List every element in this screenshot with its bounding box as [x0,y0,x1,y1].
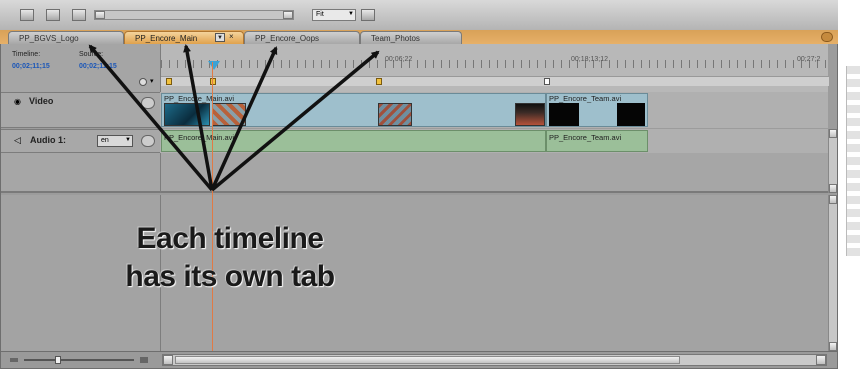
annotation-line-1: Each timeline [136,222,324,255]
arrow-to-tab-team-photos [210,50,380,192]
annotation-callout: Each timeline has its own tab [100,220,360,296]
annotation-arrows [88,44,380,192]
annotation-line-2: has its own tab [125,260,335,293]
arrow-to-tab-pp-encore-oops [210,46,278,191]
arrow-to-tab-pp-bgvs-logo [88,44,214,192]
arrow-to-tab-pp-encore-main [183,44,214,191]
